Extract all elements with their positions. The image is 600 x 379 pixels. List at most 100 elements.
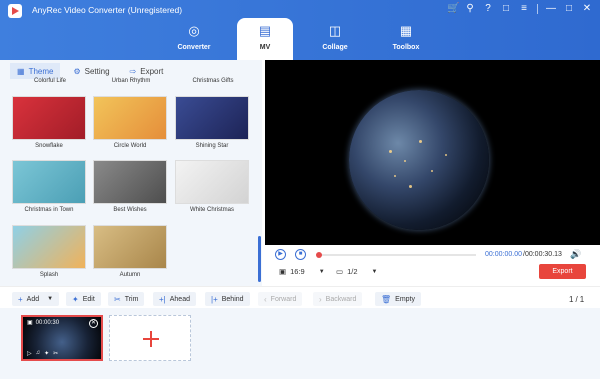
pager-separator: / [575, 295, 578, 304]
earth-preview-image [349, 90, 489, 230]
add-button[interactable]: + Add ▼ [12, 292, 60, 306]
backward-icon: › [319, 294, 322, 304]
player-controls: ▶ ■ 00:00:00.00 /00:00:30.13 🔊 ▣ 16:9 ▼ … [265, 245, 600, 286]
tab-mv-label: MV [259, 44, 271, 51]
app-logo [8, 4, 22, 18]
separator [537, 4, 538, 14]
effect-icon[interactable]: ✦ [44, 350, 49, 357]
empty-label: Empty [395, 295, 415, 303]
edit-toolbar: + Add ▼ ✦ Edit ✂ Trim +| Ahead |+ Behind… [0, 286, 600, 308]
theme-thumbnail-snowflake[interactable] [12, 96, 86, 140]
help-icon[interactable]: ? [483, 3, 493, 15]
edit-button[interactable]: ✦ Edit [66, 292, 101, 306]
play-icon[interactable]: ▶ [275, 249, 286, 260]
subtab-theme[interactable]: ▦ Theme [10, 63, 61, 79]
edit-label: Edit [82, 295, 95, 303]
tab-toolbox[interactable]: ▦ Toolbox [378, 18, 434, 60]
tab-converter-label: Converter [177, 44, 211, 51]
add-media-button[interactable] [109, 315, 191, 361]
empty-button[interactable]: 🗑 Empty [375, 292, 421, 306]
current-time: 00:00:00.00 [485, 251, 522, 258]
volume-icon[interactable]: ♫ [36, 350, 41, 357]
cart-icon[interactable]: 🛒 [447, 3, 459, 15]
progress-handle[interactable] [316, 252, 322, 258]
theme-panel: ▦ Theme ⚙ Setting ⇨ Export Colorful Life… [0, 60, 262, 286]
scissors-icon[interactable]: ✂ [53, 350, 58, 357]
theme-label: Christmas Gifts [192, 78, 234, 84]
minimize-icon[interactable]: — [546, 3, 556, 15]
toolbox-icon: ▦ [399, 23, 413, 38]
tab-collage[interactable]: ◫ Collage [307, 18, 363, 60]
theme-label: Colorful Life [33, 78, 66, 84]
subtab-bar: ▦ Theme ⚙ Setting ⇨ Export [10, 63, 170, 79]
mv-icon: ▤ [258, 23, 272, 38]
ahead-icon: +| [159, 294, 166, 304]
backward-button[interactable]: › Backward [313, 292, 363, 306]
theme-thumbnail-shining-star[interactable] [175, 96, 249, 140]
forward-button[interactable]: ‹ Forward [258, 292, 303, 306]
volume-icon[interactable]: 🔊 [570, 249, 581, 260]
theme-grid: Colorful Life Urban Rhythm Christmas Gif… [0, 78, 262, 286]
gear-icon: ⚙ [73, 66, 81, 76]
ahead-button[interactable]: +| Ahead [153, 292, 196, 306]
close-icon[interactable]: ✕ [582, 3, 592, 15]
trim-button[interactable]: ✂ Trim [108, 292, 145, 306]
film-icon: ▣ [27, 320, 33, 326]
theme-label: Autumn [119, 272, 141, 278]
behind-icon: |+ [211, 294, 218, 304]
behind-label: Behind [221, 295, 244, 303]
timeline: ▣ 00:00:30 ✕ ▷ ♫ ✦ ✂ [0, 308, 600, 379]
aspect-ratio-icon: ▣ [279, 267, 287, 276]
tab-converter[interactable]: ◎ Converter [166, 18, 222, 60]
theme-thumbnail-white-christmas[interactable] [175, 160, 249, 204]
tab-collage-label: Collage [322, 44, 348, 51]
trash-icon: 🗑 [381, 294, 392, 304]
theme-label: Urban Rhythm [111, 78, 151, 84]
chevron-down-icon: ▼ [47, 296, 54, 302]
monitor-icon: ▭ [336, 267, 344, 276]
scissors-icon: ✂ [114, 294, 121, 304]
subtab-export[interactable]: ⇨ Export [123, 63, 171, 79]
key-icon[interactable]: ⚲ [465, 3, 475, 15]
menu-icon[interactable]: ≡ [519, 3, 529, 15]
theme-thumbnail-splash[interactable] [12, 225, 86, 269]
stop-icon[interactable]: ■ [295, 249, 306, 260]
app-title: AnyRec Video Converter (Unregistered) [32, 5, 183, 15]
page-select[interactable]: ▭ 1/2 ▼ [336, 267, 377, 276]
window-controls: 🛒 ⚲ ? □ ≡ — □ ✕ [447, 3, 592, 15]
title-bar: AnyRec Video Converter (Unregistered) 🛒 … [0, 0, 600, 60]
theme-label: Best Wishes [113, 207, 147, 213]
backward-label: Backward [325, 295, 357, 303]
pager-total: 1 [579, 295, 585, 304]
tab-mv[interactable]: ▤ MV [237, 18, 293, 60]
trim-label: Trim [124, 295, 139, 303]
theme-thumbnail-circle-world[interactable] [93, 96, 167, 140]
forward-icon: ‹ [264, 294, 267, 304]
total-time: /00:00:30.13 [523, 251, 562, 258]
progress-track[interactable] [318, 254, 476, 256]
theme-label: Circle World [113, 143, 147, 149]
theme-thumbnail-christmas-in-town[interactable] [12, 160, 86, 204]
behind-button[interactable]: |+ Behind [205, 292, 250, 306]
clip-duration: 00:00:30 [35, 319, 60, 326]
chat-icon[interactable]: □ [501, 3, 511, 15]
subtab-theme-label: Theme [28, 66, 54, 76]
aspect-ratio-value: 16:9 [290, 267, 305, 276]
forward-label: Forward [270, 295, 297, 303]
aspect-ratio-select[interactable]: ▣ 16:9 ▼ [279, 267, 325, 276]
timeline-clip[interactable]: ▣ 00:00:30 ✕ ▷ ♫ ✦ ✂ [21, 315, 103, 361]
play-icon[interactable]: ▷ [27, 350, 32, 357]
close-icon[interactable]: ✕ [89, 319, 98, 328]
theme-thumbnail-autumn[interactable] [93, 225, 167, 269]
plus-icon: + [18, 294, 23, 304]
subtab-setting-label: Setting [84, 66, 110, 76]
theme-thumbnail-best-wishes[interactable] [93, 160, 167, 204]
export-button[interactable]: Export [539, 264, 586, 279]
edit-icon: ✦ [72, 294, 79, 304]
theme-label: Shining Star [195, 143, 229, 149]
subtab-setting[interactable]: ⚙ Setting [66, 63, 116, 79]
collage-icon: ◫ [328, 23, 342, 38]
theme-scrollbar[interactable] [258, 236, 261, 282]
add-label: Add [26, 295, 40, 303]
maximize-icon[interactable]: □ [564, 3, 574, 15]
